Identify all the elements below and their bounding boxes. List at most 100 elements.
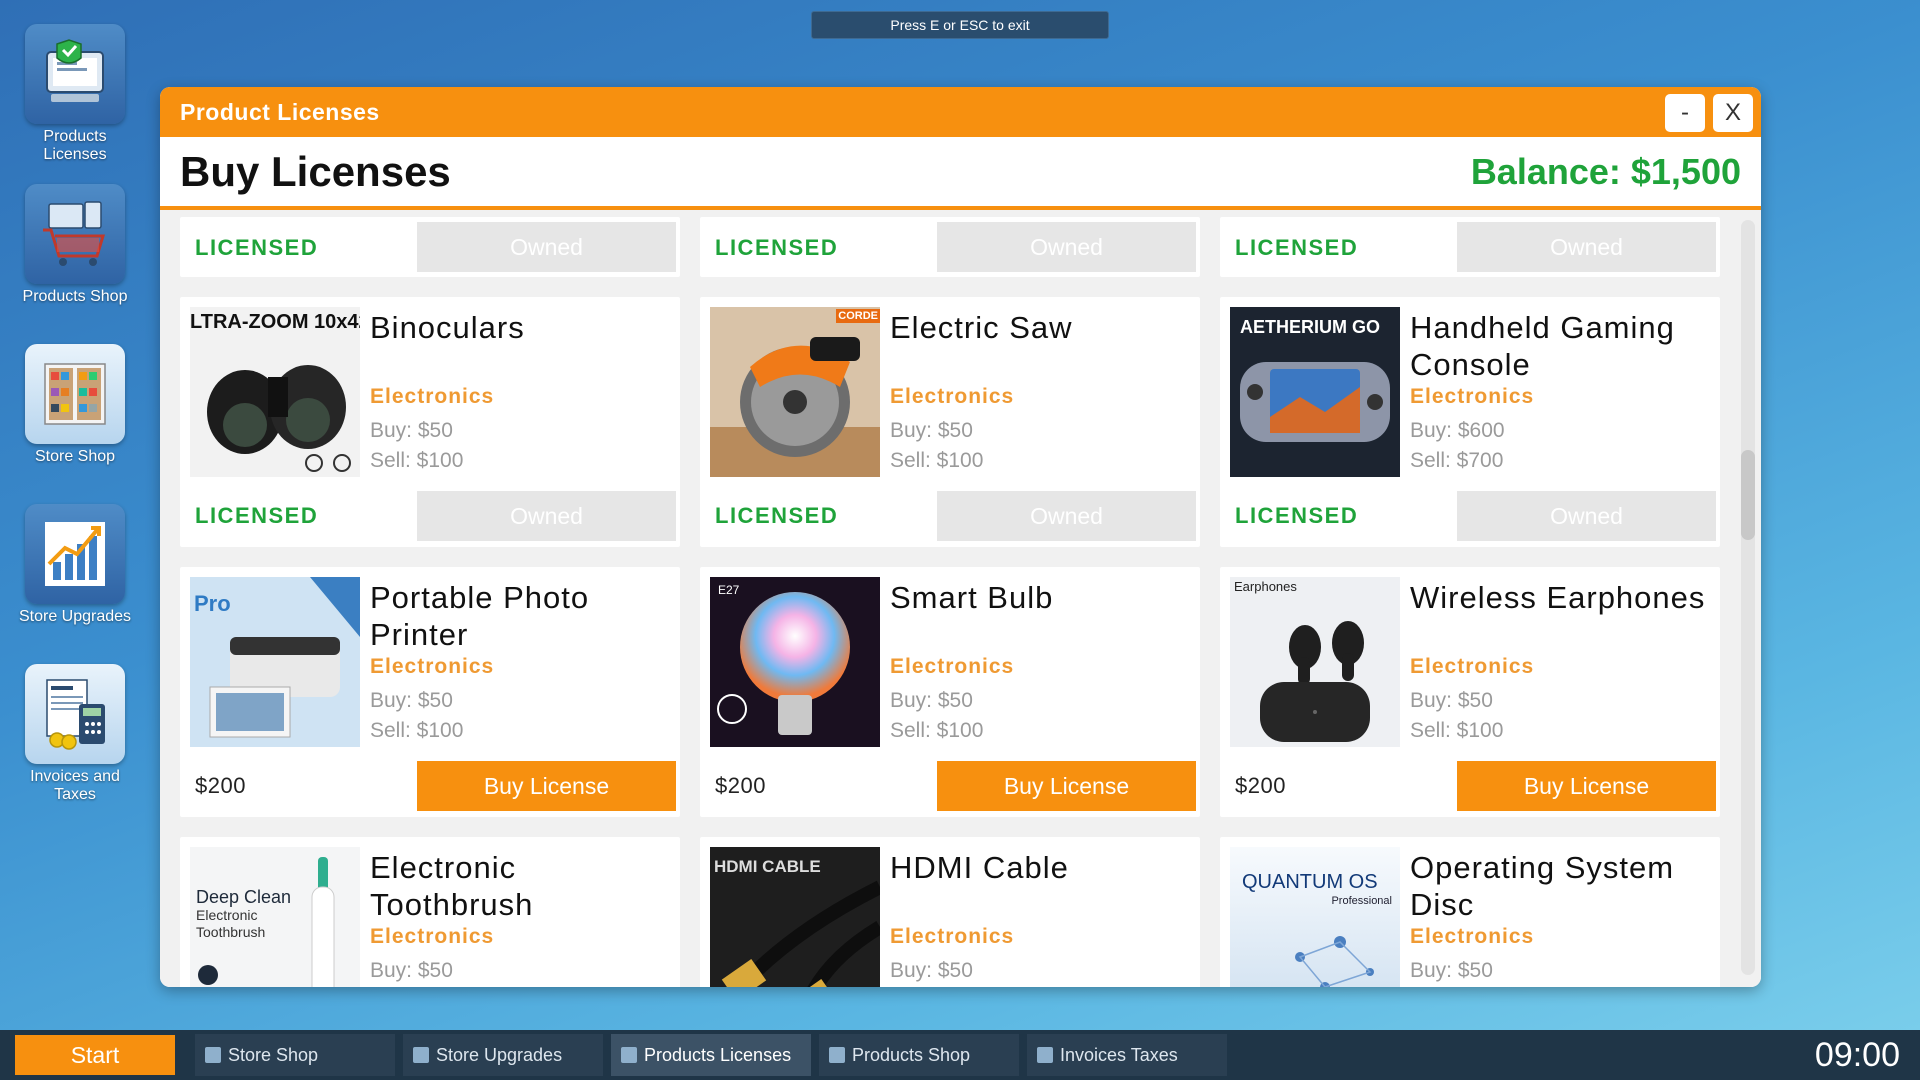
close-button[interactable]: X bbox=[1713, 94, 1753, 132]
license-price: $200 bbox=[195, 773, 246, 798]
owned-button[interactable]: Owned bbox=[1457, 491, 1716, 541]
invoices-taxes-icon bbox=[1037, 1047, 1053, 1063]
taskbar-item-products-shop[interactable]: Products Shop bbox=[819, 1034, 1019, 1076]
product-name: Binoculars bbox=[370, 310, 525, 345]
product-category: Electronics bbox=[370, 385, 495, 408]
product-name: Electronic Toothbrush bbox=[370, 850, 534, 922]
product-image-wireless-earphones: Earphones bbox=[1230, 577, 1400, 747]
product-buy-price: Buy: $50 bbox=[1410, 689, 1493, 712]
product-category: Electronics bbox=[1410, 655, 1535, 678]
product-category: Electronics bbox=[1410, 925, 1535, 948]
desktop-icon-invoices-taxes[interactable]: Invoices and Taxes bbox=[18, 664, 132, 824]
exit-hint: Press E or ESC to exit bbox=[811, 11, 1109, 39]
store-shelf-icon bbox=[25, 344, 125, 444]
product-card-smart-bulb: E27 Smart Bulb Electronics Buy: $50 Sell… bbox=[700, 567, 1200, 817]
taskbar-item-store-upgrades[interactable]: Store Upgrades bbox=[403, 1034, 603, 1076]
shopping-cart-icon bbox=[25, 184, 125, 284]
taskbar-item-store-shop[interactable]: Store Shop bbox=[195, 1034, 395, 1076]
thumb-caption: E27 bbox=[718, 583, 740, 597]
buy-license-button[interactable]: Buy License bbox=[937, 761, 1196, 811]
product-card-handheld-gaming-console: AETHERIUM GO Handheld Gaming Console Ele… bbox=[1220, 297, 1720, 547]
product-image-smart-bulb: E27 bbox=[710, 577, 880, 747]
window-titlebar[interactable]: Product Licenses - X bbox=[160, 87, 1761, 137]
growth-chart-icon bbox=[25, 504, 125, 604]
licensed-status: LICENSED bbox=[195, 503, 319, 528]
product-name: HDMI Cable bbox=[890, 850, 1069, 885]
product-card-portable-photo-printer: Pro Portable Photo Printer Electronics B… bbox=[180, 567, 680, 817]
desktop-icon-products-licenses[interactable]: Products Licenses bbox=[18, 24, 132, 184]
product-category: Electronics bbox=[370, 925, 495, 948]
store-upgrades-icon bbox=[413, 1047, 429, 1063]
owned-button[interactable]: Owned bbox=[417, 491, 676, 541]
product-name: Handheld Gaming Console bbox=[1410, 310, 1675, 382]
licensed-status: LICENSED bbox=[195, 235, 319, 260]
product-card-electric-saw: CORDE Electric Saw Electronics Buy: $50 … bbox=[700, 297, 1200, 547]
license-price: $200 bbox=[1235, 773, 1286, 798]
desktop-icon-label: Invoices and Taxes bbox=[30, 768, 120, 803]
product-image-toothbrush: Deep Clean Electronic Toothbrush bbox=[190, 847, 360, 987]
product-name: Electric Saw bbox=[890, 310, 1073, 345]
desktop-icon-store-upgrades[interactable]: Store Upgrades bbox=[18, 504, 132, 664]
window-title: Product Licenses bbox=[180, 98, 380, 125]
minimize-button[interactable]: - bbox=[1665, 94, 1705, 132]
product-category: Electronics bbox=[890, 385, 1015, 408]
product-buy-price: Buy: $50 bbox=[890, 959, 973, 982]
owned-button[interactable]: Owned bbox=[1457, 222, 1716, 272]
taskbar-item-label: Store Upgrades bbox=[436, 1044, 563, 1065]
window-header: Buy Licenses Balance: $1,500 bbox=[160, 137, 1761, 210]
clock: 09:00 bbox=[1814, 1036, 1900, 1074]
owned-button[interactable]: Owned bbox=[417, 222, 676, 272]
desktop-icon-label: Store Upgrades bbox=[18, 608, 132, 625]
owned-button[interactable]: Owned bbox=[937, 491, 1196, 541]
product-buy-price: Buy: $50 bbox=[890, 419, 973, 442]
product-sell-price: Sell: $100 bbox=[890, 719, 984, 742]
owned-button[interactable]: Owned bbox=[937, 222, 1196, 272]
invoice-icon bbox=[25, 664, 125, 764]
taskbar-item-products-licenses[interactable]: Products Licenses bbox=[611, 1034, 811, 1076]
license-price: $200 bbox=[715, 773, 766, 798]
buy-license-button[interactable]: Buy License bbox=[417, 761, 676, 811]
thumb-caption: CORDE bbox=[836, 309, 880, 323]
start-button[interactable]: Start bbox=[15, 1035, 175, 1075]
store-shop-icon bbox=[205, 1047, 221, 1063]
product-card: LICENSED Owned bbox=[700, 217, 1200, 277]
product-buy-price: Buy: $50 bbox=[370, 419, 453, 442]
product-buy-price: Buy: $50 bbox=[890, 689, 973, 712]
desktop-icon-label: Store Shop bbox=[34, 448, 116, 465]
product-sell-price: Sell: $100 bbox=[1410, 719, 1504, 742]
buy-license-button[interactable]: Buy License bbox=[1457, 761, 1716, 811]
desktop-icon-store-shop[interactable]: Store Shop bbox=[18, 344, 132, 504]
product-card-binoculars: LTRA-ZOOM 10x42 Binoculars Electronics B… bbox=[180, 297, 680, 547]
licensed-status: LICENSED bbox=[715, 235, 839, 260]
desktop-icon-label: Products Licenses bbox=[43, 128, 107, 163]
product-sell-price: Sell: $100 bbox=[370, 719, 464, 742]
taskbar-item-label: Invoices Taxes bbox=[1060, 1044, 1178, 1065]
product-buy-price: Buy: $50 bbox=[370, 959, 453, 982]
desktop-icon-products-shop[interactable]: Products Shop bbox=[18, 184, 132, 344]
taskbar: Start Store Shop Store Upgrades Products… bbox=[0, 1030, 1920, 1080]
licensed-status: LICENSED bbox=[715, 503, 839, 528]
product-category: Electronics bbox=[890, 655, 1015, 678]
taskbar-item-invoices-taxes[interactable]: Invoices Taxes bbox=[1027, 1034, 1227, 1076]
product-image-hdmi-cable: HDMI CABLE bbox=[710, 847, 880, 987]
product-name: Portable Photo Printer bbox=[370, 580, 590, 652]
product-name: Smart Bulb bbox=[890, 580, 1054, 615]
product-category: Electronics bbox=[890, 925, 1015, 948]
product-image-electric-saw: CORDE bbox=[710, 307, 880, 477]
product-card-wireless-earphones: Earphones Wireless Earphones Electronics… bbox=[1220, 567, 1720, 817]
licensed-status: LICENSED bbox=[1235, 235, 1359, 260]
product-buy-price: Buy: $600 bbox=[1410, 419, 1505, 442]
product-category: Electronics bbox=[370, 655, 495, 678]
taskbar-item-label: Products Licenses bbox=[644, 1044, 792, 1065]
product-image-os-disc: QUANTUM OS Professional bbox=[1230, 847, 1400, 987]
product-sell-price: Sell: $700 bbox=[1410, 449, 1504, 472]
scrollbar-thumb[interactable] bbox=[1741, 450, 1755, 540]
product-name: Operating System Disc bbox=[1410, 850, 1675, 922]
taskbar-item-label: Products Shop bbox=[852, 1044, 971, 1065]
product-list: LICENSED Owned LICENSED Owned LICENSED O… bbox=[160, 210, 1761, 987]
product-card: LICENSED Owned bbox=[1220, 217, 1720, 277]
desktop-icons: Products Licenses Products Shop Store Sh… bbox=[18, 24, 132, 824]
products-shop-icon bbox=[829, 1047, 845, 1063]
scrollbar[interactable] bbox=[1741, 220, 1755, 975]
product-licenses-window: Product Licenses - X Buy Licenses Balanc… bbox=[160, 87, 1761, 987]
